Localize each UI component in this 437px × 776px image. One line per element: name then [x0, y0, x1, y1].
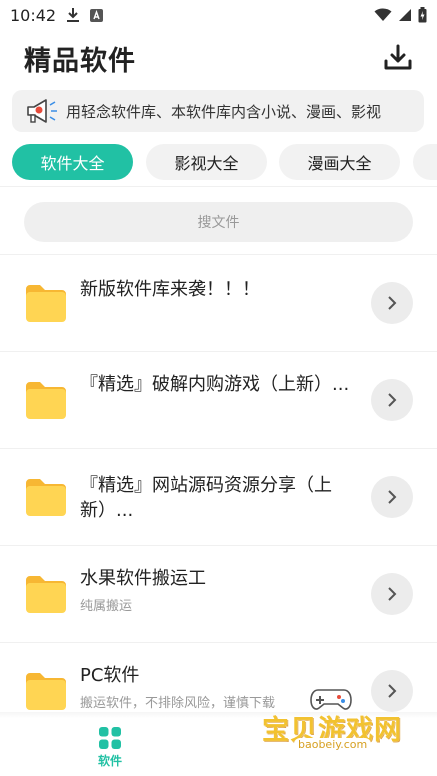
page-title: 精品软件 — [24, 45, 136, 77]
watermark: 宝贝游戏网 baobeiy.com — [256, 686, 416, 766]
tab-more[interactable] — [413, 144, 437, 180]
tab-software[interactable]: 软件大全 — [12, 144, 133, 180]
folder-icon — [26, 285, 66, 322]
chevron-right-icon — [388, 296, 397, 310]
list-item[interactable]: 『精选』破解内购游戏（上新）... — [0, 351, 437, 448]
nav-label: 软件 — [97, 754, 122, 768]
download-icon[interactable] — [383, 43, 413, 73]
status-bar: 10:42 — [0, 0, 437, 30]
chevron-right-icon — [388, 490, 397, 504]
chevron-right-icon — [388, 393, 397, 407]
wifi-icon — [374, 8, 392, 21]
watermark-url: baobeiy.com — [294, 738, 372, 751]
battery-icon — [418, 7, 427, 23]
signal-icon — [399, 9, 411, 21]
nav-item-software[interactable]: 软件 — [86, 726, 134, 769]
divider — [0, 186, 437, 187]
list-item[interactable]: 『精选』网站源码资源分享（上新）... — [0, 448, 437, 545]
notice-bar[interactable]: 用轻念软件库、本软件库内含小说、漫画、影视 — [12, 90, 424, 132]
megaphone-icon — [27, 99, 57, 123]
app-notification-icon — [90, 8, 104, 22]
list-item[interactable]: 新版软件库来袭！！！ — [0, 254, 437, 351]
tab-video[interactable]: 影视大全 — [146, 144, 267, 180]
download-status-icon — [67, 8, 80, 22]
notice-text: 用轻念软件库、本软件库内含小说、漫画、影视 — [66, 102, 382, 121]
list-item-title: 『精选』破解内购游戏（上新）... — [80, 374, 350, 395]
list-item-subtitle: 纯属搬运 — [80, 599, 133, 614]
list-item-title: PC软件 — [80, 665, 140, 686]
app-header: 精品软件 — [0, 30, 437, 86]
list-item-title: 水果软件搬运工 — [80, 568, 206, 589]
list-item-title: 新版软件库来袭！！！ — [80, 279, 260, 300]
list-item-subtitle: 搬运软件，不排除风险，谨慎下载 — [80, 696, 276, 711]
folder-icon — [26, 479, 66, 516]
list-item-title: 『精选』网站源码资源分享（上新）... — [80, 475, 332, 521]
folder-icon — [26, 673, 66, 710]
list-item[interactable]: 水果软件搬运工 纯属搬运 — [0, 545, 437, 642]
open-button[interactable] — [371, 282, 413, 324]
file-list: 新版软件库来袭！！！ 『精选』破解内购游戏（上新）... 『精选』网站源码资源分… — [0, 254, 437, 739]
open-button[interactable] — [371, 379, 413, 421]
tab-comic-label: 漫画大全 — [307, 154, 372, 173]
tab-comic[interactable]: 漫画大全 — [279, 144, 400, 180]
search-input[interactable]: 搜文件 — [24, 202, 413, 242]
grid-icon — [99, 727, 121, 749]
open-button[interactable] — [371, 573, 413, 615]
folder-icon — [26, 382, 66, 419]
folder-icon — [26, 576, 66, 613]
chevron-right-icon — [388, 587, 397, 601]
open-button[interactable] — [371, 476, 413, 518]
category-tabs: 软件大全 影视大全 漫画大全 — [0, 144, 437, 182]
status-time: 10:42 — [10, 5, 57, 25]
